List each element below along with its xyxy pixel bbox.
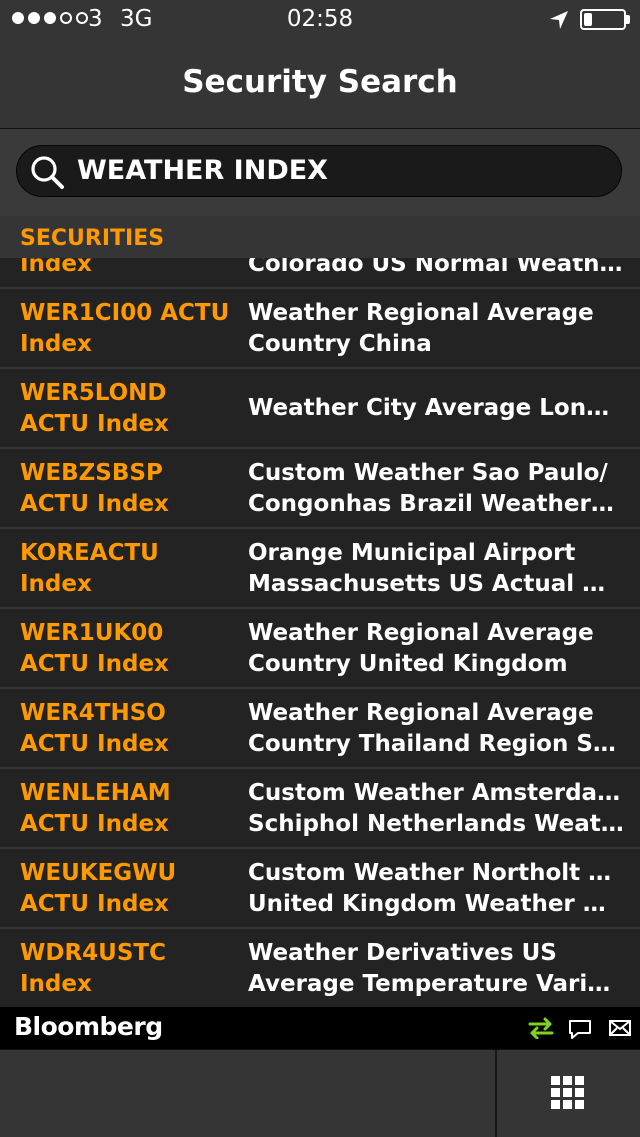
description-line: Weather Derivatives US bbox=[248, 940, 557, 966]
ticker-line: Index bbox=[20, 971, 92, 997]
app-screen: 3 3G 02:58 Security Search WEATHER INDEX… bbox=[0, 0, 640, 1137]
ticker-line: WENLEHAM bbox=[20, 780, 171, 806]
bottom-toolbar bbox=[0, 1049, 640, 1137]
description-line: Schiphol Netherlands Weat… bbox=[248, 811, 624, 837]
description-line: Weather Regional Average bbox=[248, 620, 594, 646]
result-ticker: WER5LOND ACTU Index bbox=[20, 378, 240, 440]
ticker-line: ACTU Index bbox=[20, 811, 169, 837]
result-description: Custom Weather Northolt Raf United Kingd… bbox=[248, 858, 624, 920]
result-ticker: WENLEHAM ACTU Index bbox=[20, 778, 240, 840]
battery-level bbox=[584, 13, 592, 26]
result-description: Orange Municipal Airport Massachusetts U… bbox=[248, 538, 624, 600]
ticker-line: Index bbox=[20, 258, 92, 277]
ticker-line: ACTU Index bbox=[20, 491, 169, 517]
ticker-line: WEUKEGWU bbox=[20, 860, 177, 886]
result-ticker: WEBZSBSP ACTU Index bbox=[20, 458, 240, 520]
result-row[interactable]: WEBZSBSP ACTU Index Custom Weather Sao P… bbox=[0, 449, 640, 529]
result-row[interactable]: WER4THSO ACTU Index Weather Regional Ave… bbox=[0, 689, 640, 769]
result-description: Weather Regional Average Country China bbox=[248, 298, 624, 360]
result-ticker: Index bbox=[20, 258, 240, 280]
result-description: Weather Regional Average Country United … bbox=[248, 618, 624, 680]
ticker-line: KOREACTU bbox=[20, 540, 159, 566]
description-line: Average Temperature Varia… bbox=[248, 971, 624, 997]
toolbar-divider bbox=[495, 1050, 497, 1137]
status-bar: 3 3G 02:58 bbox=[0, 0, 640, 40]
mail-icon[interactable] bbox=[608, 1017, 632, 1039]
result-description: Weather Derivatives US Average Temperatu… bbox=[248, 938, 624, 1000]
result-row[interactable]: WDR4USTC Index Weather Derivatives US Av… bbox=[0, 929, 640, 1007]
result-row[interactable]: WER5LOND ACTU Index Weather City Average… bbox=[0, 369, 640, 449]
section-label: SECURITIES bbox=[20, 226, 165, 251]
navigation-bar: Security Search bbox=[0, 40, 640, 129]
result-row[interactable]: WENLEHAM ACTU Index Custom Weather Amste… bbox=[0, 769, 640, 849]
result-ticker: WEUKEGWU ACTU Index bbox=[20, 858, 240, 920]
bloomberg-logo: Bloomberg bbox=[14, 1012, 163, 1041]
result-ticker: KOREACTU Index bbox=[20, 538, 240, 600]
result-description: Weather City Average London bbox=[248, 393, 624, 424]
ticker-line: ACTU Index bbox=[20, 731, 169, 757]
battery-tip bbox=[626, 15, 630, 24]
bloomberg-bar: Bloomberg bbox=[0, 1007, 640, 1049]
result-row[interactable]: Index Colorado US Normal Weath… bbox=[0, 258, 640, 289]
description-line: Massachusetts US Actual W… bbox=[248, 571, 624, 597]
result-description: Custom Weather Amsterdam/ Schiphol Nethe… bbox=[248, 778, 624, 840]
result-ticker: WER1CI00 ACTU Index bbox=[20, 298, 240, 360]
description-line: Weather Regional Average bbox=[248, 700, 594, 726]
page-title: Security Search bbox=[182, 64, 458, 100]
clock: 02:58 bbox=[286, 6, 354, 32]
ticker-line: WER4THSO bbox=[20, 700, 166, 726]
description-line: Weather City Average London bbox=[248, 395, 624, 421]
description-line: Congonhas Brazil Weather… bbox=[248, 491, 614, 517]
search-area: WEATHER INDEX bbox=[0, 129, 640, 216]
description-line: United Kingdom Weather D… bbox=[248, 891, 624, 917]
ticker-line: WER1UK00 bbox=[20, 620, 164, 646]
result-row[interactable]: WER1UK00 ACTU Index Weather Regional Ave… bbox=[0, 609, 640, 689]
ticker-line: ACTU Index bbox=[20, 651, 169, 677]
description-line: Custom Weather Northolt Raf bbox=[248, 860, 624, 886]
ticker-line: ACTU Index bbox=[20, 411, 169, 437]
ticker-line: WER5LOND bbox=[20, 380, 167, 406]
transfer-arrows-icon[interactable] bbox=[528, 1017, 554, 1039]
result-row[interactable]: WER1CI00 ACTU Index Weather Regional Ave… bbox=[0, 289, 640, 369]
result-ticker: WER4THSO ACTU Index bbox=[20, 698, 240, 760]
ticker-line: WDR4USTC bbox=[20, 940, 166, 966]
result-ticker: WER1UK00 ACTU Index bbox=[20, 618, 240, 680]
description-line: Colorado US Normal Weath… bbox=[248, 258, 623, 277]
location-arrow-icon bbox=[550, 11, 568, 29]
result-description: Colorado US Normal Weath… bbox=[248, 258, 624, 280]
description-line: Country Thailand Region So… bbox=[248, 731, 624, 757]
chat-bubble-icon[interactable] bbox=[568, 1017, 592, 1041]
results-list[interactable]: Index Colorado US Normal Weath… WER1CI00… bbox=[0, 258, 640, 1007]
section-header: SECURITIES bbox=[0, 216, 640, 258]
result-row[interactable]: WEUKEGWU ACTU Index Custom Weather North… bbox=[0, 849, 640, 929]
app-grid-icon[interactable] bbox=[550, 1075, 586, 1111]
ticker-line: WEBZSBSP bbox=[20, 460, 163, 486]
result-ticker: WDR4USTC Index bbox=[20, 938, 240, 1000]
search-input[interactable]: WEATHER INDEX bbox=[16, 145, 622, 197]
description-line: Weather Regional Average bbox=[248, 300, 594, 326]
ticker-line: WER1CI00 ACTU bbox=[20, 300, 230, 326]
result-row[interactable]: KOREACTU Index Orange Municipal Airport … bbox=[0, 529, 640, 609]
description-line: Orange Municipal Airport bbox=[248, 540, 576, 566]
search-query-text: WEATHER INDEX bbox=[77, 155, 328, 186]
description-line: Country China bbox=[248, 331, 432, 357]
ticker-line: ACTU Index bbox=[20, 891, 169, 917]
battery-icon bbox=[580, 9, 626, 30]
search-icon bbox=[31, 156, 64, 189]
description-line: Country United Kingdom bbox=[248, 651, 568, 677]
result-description: Custom Weather Sao Paulo/ Congonhas Braz… bbox=[248, 458, 624, 520]
ticker-line: Index bbox=[20, 571, 92, 597]
ticker-line: Index bbox=[20, 331, 92, 357]
description-line: Custom Weather Sao Paulo/ bbox=[248, 460, 608, 486]
description-line: Custom Weather Amsterdam/ bbox=[248, 780, 624, 806]
result-description: Weather Regional Average Country Thailan… bbox=[248, 698, 624, 760]
